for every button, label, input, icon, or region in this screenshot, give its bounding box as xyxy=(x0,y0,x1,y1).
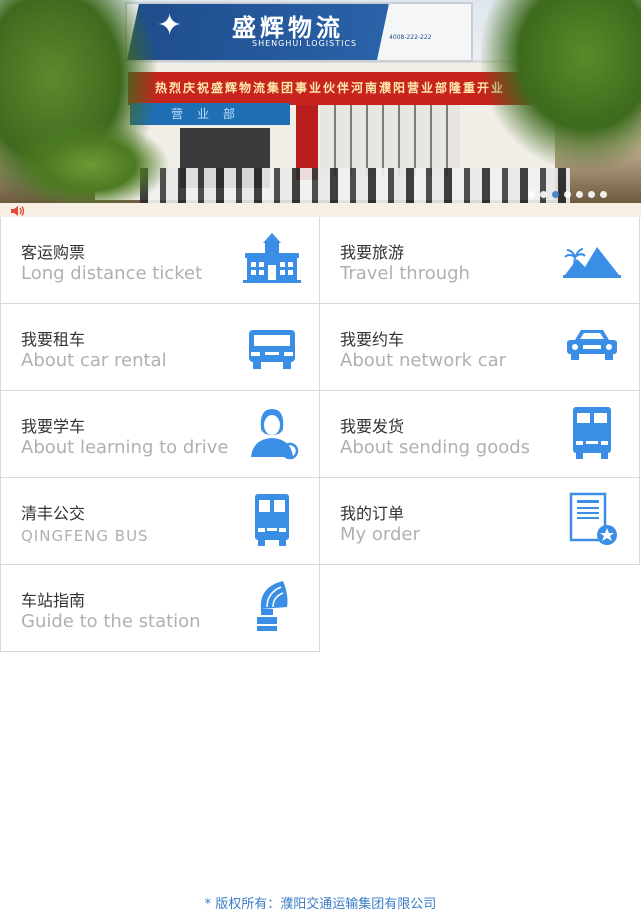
celebration-banner: 热烈庆祝盛辉物流集团事业伙伴河南濮阳营业部隆重开业 xyxy=(128,72,532,105)
menu-item-title: 我要旅游 xyxy=(340,243,405,262)
menu-item-title: 我要约车 xyxy=(340,330,405,349)
carousel-dot[interactable] xyxy=(576,191,583,198)
signboard-subtitle: SHENGHUI LOGISTICS xyxy=(252,39,358,48)
menu-item-subtitle: About network car xyxy=(340,350,507,371)
menu-item-send-goods[interactable]: 我要发货 About sending goods xyxy=(320,391,640,478)
carousel-dot[interactable] xyxy=(600,191,607,198)
menu-item-my-order[interactable]: 我的订单 My order xyxy=(320,478,640,565)
mountain-palm-icon xyxy=(563,231,621,289)
bus-front-icon xyxy=(243,492,301,550)
carousel-indicators xyxy=(528,191,607,198)
speaker-icon xyxy=(11,206,25,216)
order-document-icon xyxy=(563,492,621,550)
copyright-footer: * 版权所有：濮阳交通运输集团有限公司 xyxy=(204,897,437,912)
truck-front-icon xyxy=(243,318,301,376)
tree-right xyxy=(481,0,641,170)
menu-item-title: 我要租车 xyxy=(21,330,86,349)
menu-item-station-guide[interactable]: 车站指南 Guide to the station xyxy=(0,565,320,652)
menu-item-title: 我要学车 xyxy=(21,417,86,436)
notice-bar[interactable] xyxy=(0,203,641,218)
carousel-dot[interactable] xyxy=(528,191,535,198)
menu-item-travel[interactable]: 我要旅游 Travel through xyxy=(320,217,640,304)
delivery-truck-icon xyxy=(563,405,621,463)
menu-item-subtitle: My order xyxy=(340,524,420,545)
car-front-icon xyxy=(563,318,621,376)
menu-item-subtitle: Travel through xyxy=(340,263,470,284)
carousel-dot-active[interactable] xyxy=(552,191,559,198)
menu-item-subtitle: Long distance ticket xyxy=(21,263,203,284)
menu-item-subtitle: About car rental xyxy=(21,350,167,371)
gramophone-guide-icon xyxy=(243,579,301,637)
signboard-phone: 4008-222-222 xyxy=(389,34,432,41)
signboard-title: 盛辉物流 xyxy=(232,13,344,42)
menu-item-title: 我要发货 xyxy=(340,417,405,436)
menu-item-title: 清丰公交 xyxy=(21,504,86,523)
crowd xyxy=(140,168,570,203)
menu-item-qingfeng-bus[interactable]: 清丰公交 QINGFENG BUS xyxy=(0,478,320,565)
menu-item-network-car[interactable]: 我要约车 About network car xyxy=(320,304,640,391)
carousel-dot[interactable] xyxy=(540,191,547,198)
company-signboard: ✦ 盛辉物流 SHENGHUI LOGISTICS 4008-222-222 xyxy=(125,2,473,62)
menu-item-car-rental[interactable]: 我要租车 About car rental xyxy=(0,304,320,391)
menu-item-title: 客运购票 xyxy=(21,243,86,262)
carousel-dot[interactable] xyxy=(588,191,595,198)
carousel-dot[interactable] xyxy=(564,191,571,198)
menu-item-long-distance-ticket[interactable]: 客运购票 Long distance ticket xyxy=(0,217,320,304)
menu-item-subtitle: About sending goods xyxy=(340,437,531,458)
menu-item-subtitle: About learning to drive xyxy=(21,437,229,458)
company-logo-icon: ✦ xyxy=(157,8,183,43)
menu-item-learn-driving[interactable]: 我要学车 About learning to drive xyxy=(0,391,320,478)
building-windows xyxy=(320,105,460,175)
banner-carousel[interactable]: ✦ 盛辉物流 SHENGHUI LOGISTICS 4008-222-222 热… xyxy=(0,0,641,203)
station-building-icon xyxy=(243,231,301,289)
menu-item-title: 我的订单 xyxy=(340,504,405,523)
menu-item-subtitle: Guide to the station xyxy=(21,611,201,632)
menu-item-title: 车站指南 xyxy=(21,591,86,610)
driver-woman-icon xyxy=(243,405,301,463)
menu-item-subtitle: QINGFENG BUS xyxy=(21,527,149,545)
